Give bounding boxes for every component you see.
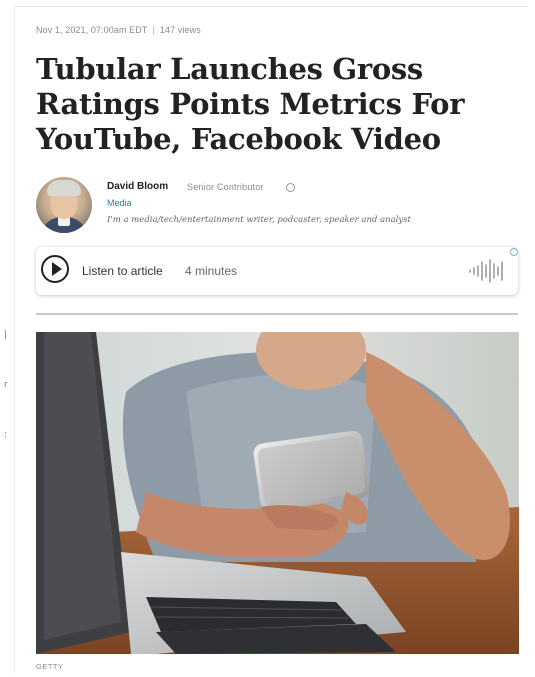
view-count: 147 views (159, 25, 201, 35)
meta-separator: | (152, 25, 155, 35)
edge-mark: | (4, 330, 8, 340)
play-icon[interactable] (41, 255, 69, 283)
listen-label: Listen to article (82, 264, 163, 278)
author-role: Senior Contributor (187, 182, 264, 192)
publish-date: Nov 1, 2021, 07:00am EDT (36, 25, 148, 35)
listen-duration: 4 minutes (185, 264, 238, 278)
listen-to-article-player[interactable]: Listen to article 4 minutes (36, 247, 518, 295)
edge-mark: r (4, 380, 8, 390)
hero-image (36, 332, 519, 654)
image-credit: GETTY (36, 662, 64, 671)
left-edge-marks: | r : (2, 0, 14, 677)
avatar-hair (47, 180, 81, 196)
author-avatar[interactable] (36, 177, 92, 233)
section-divider (36, 313, 518, 315)
author-name[interactable]: David Bloom (107, 181, 168, 192)
edge-mark: : (4, 430, 8, 440)
author-bio: I'm a media/tech/entertainment writer, p… (107, 215, 411, 225)
ad-info-icon[interactable] (510, 248, 518, 256)
hero-illustration (36, 332, 519, 654)
author-section-link[interactable]: Media (107, 198, 132, 208)
info-icon[interactable] (286, 183, 295, 192)
article-meta: Nov 1, 2021, 07:00am EDT | 147 views (36, 25, 201, 35)
article-title: Tubular Launches Gross Ratings Points Me… (36, 52, 465, 156)
waveform-icon (469, 259, 503, 283)
